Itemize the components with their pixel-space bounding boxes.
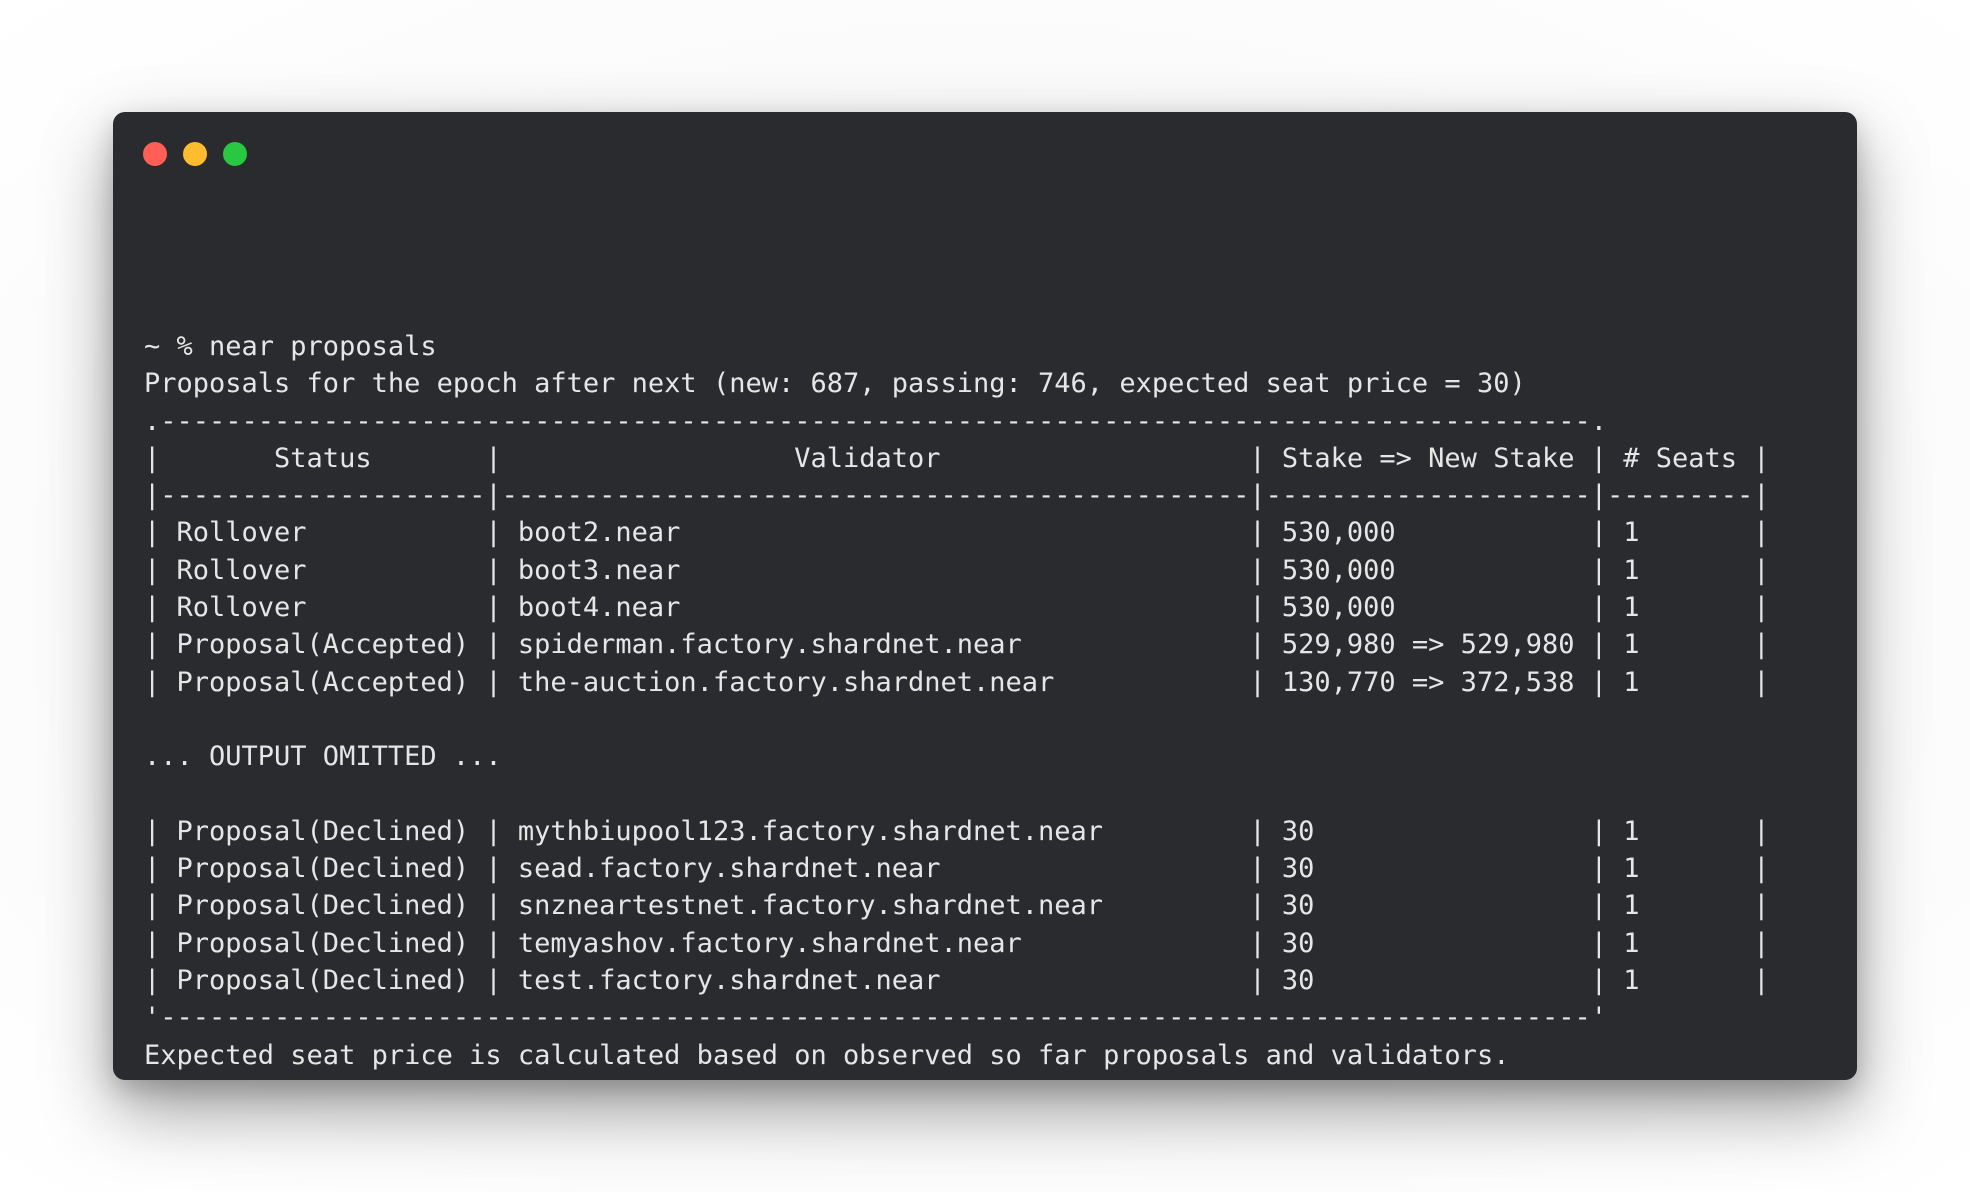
minimize-button[interactable] <box>183 142 207 166</box>
terminal-line: ~ % near proposals <box>144 331 437 362</box>
terminal-output[interactable]: ~ % near proposals Proposals for the epoc… <box>144 328 1770 1080</box>
window-controls <box>143 142 247 166</box>
terminal-line: |--------------------|------------------… <box>144 480 1770 512</box>
terminal-line: | Proposal(Accepted) | spiderman.factory… <box>144 629 1770 661</box>
terminal-line: | Status | Validator | Stake => New Stak… <box>144 442 1770 474</box>
terminal-line: Proposals for the epoch after next (new:… <box>144 368 1526 400</box>
terminal-line: | Rollover | boot3.near | 530,000 | 1 | <box>144 554 1770 586</box>
terminal-line: '---------------------------------------… <box>144 1002 1607 1034</box>
terminal-line: | Proposal(Declined) | snzneartestnet.fa… <box>144 890 1770 922</box>
terminal-line: .---------------------------------------… <box>144 405 1607 437</box>
terminal-line: | Rollover | boot2.near | 530,000 | 1 | <box>144 517 1770 549</box>
terminal-line: Expected seat price is calculated based … <box>144 1039 1510 1071</box>
terminal-line: | Proposal(Accepted) | the-auction.facto… <box>144 666 1770 698</box>
terminal-line: ... OUTPUT OMITTED ... <box>144 741 502 773</box>
terminal-window: ~ % near proposals Proposals for the epoc… <box>113 112 1857 1080</box>
terminal-line: | Proposal(Declined) | mythbiupool123.fa… <box>144 815 1770 847</box>
close-button[interactable] <box>143 142 167 166</box>
terminal-line: | Proposal(Declined) | test.factory.shar… <box>144 965 1770 997</box>
terminal-line: | Proposal(Declined) | temyashov.factory… <box>144 927 1770 959</box>
terminal-line: It can change from new proposals or some… <box>144 1074 1770 1080</box>
terminal-line: | Proposal(Declined) | sead.factory.shar… <box>144 853 1770 885</box>
terminal-line: | Rollover | boot4.near | 530,000 | 1 | <box>144 592 1770 624</box>
zoom-button[interactable] <box>223 142 247 166</box>
